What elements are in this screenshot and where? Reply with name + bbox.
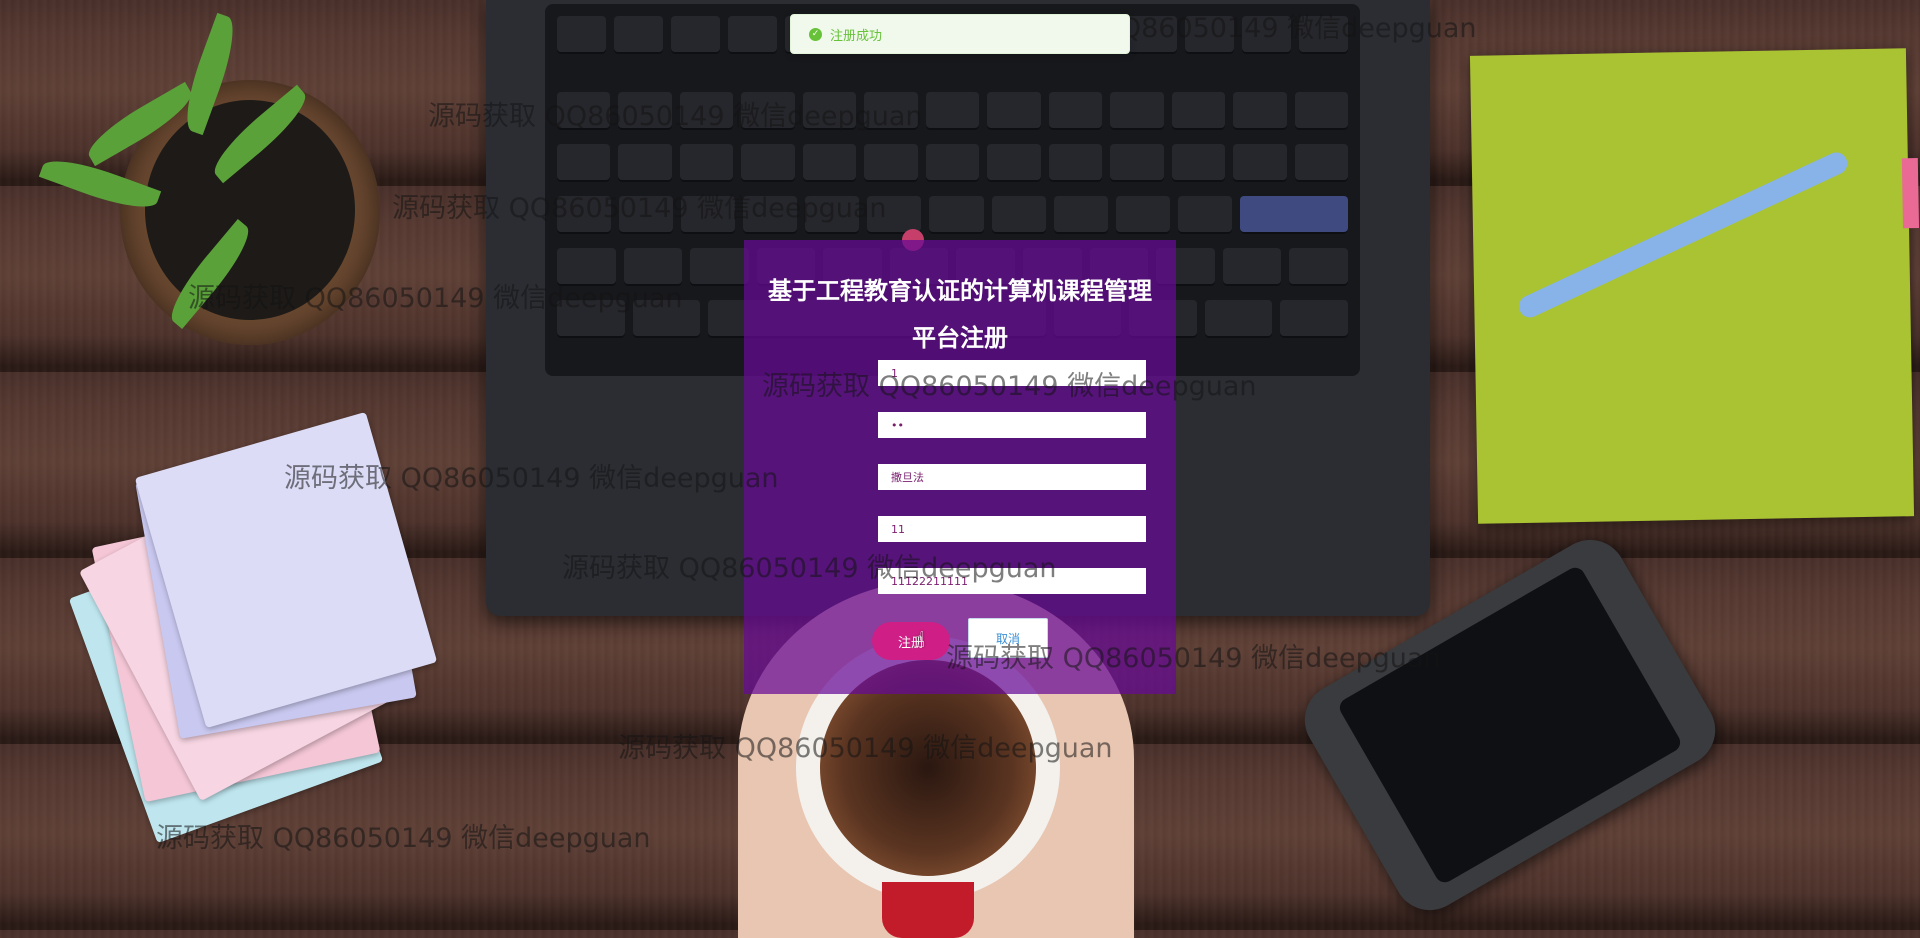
sticky-notes — [68, 411, 456, 844]
page-title: 基于工程教育认证的计算机课程管理平台注册 — [768, 277, 1152, 352]
toast-message: 注册成功 — [830, 28, 883, 44]
success-check-icon: ✓ — [809, 27, 822, 41]
register-panel: 基于工程教育认证的计算机课程管理平台注册 学号 密码 姓名 年龄 手机 注册 取… — [744, 240, 1176, 694]
green-notebook — [1469, 48, 1920, 524]
name-input[interactable] — [878, 464, 1146, 490]
hand-cursor-icon: ☝ — [912, 628, 926, 653]
cancel-button[interactable]: 取消 — [968, 618, 1048, 658]
register-button[interactable]: 注册 — [872, 622, 950, 660]
age-input[interactable] — [878, 516, 1146, 542]
success-toast: ✓ 注册成功 — [790, 14, 1130, 54]
phone-input[interactable] — [878, 568, 1146, 594]
password-input[interactable] — [878, 412, 1146, 438]
student-id-input[interactable] — [878, 360, 1146, 386]
